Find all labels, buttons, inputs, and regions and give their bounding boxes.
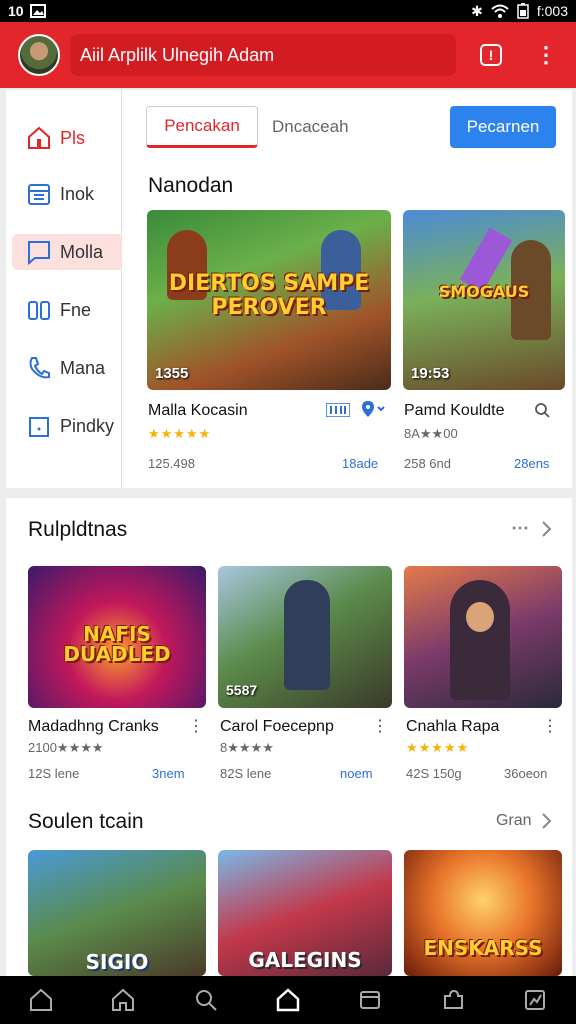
- rating-stars: ★★★★★: [406, 740, 470, 755]
- home-outline-icon[interactable]: [28, 987, 54, 1013]
- card-menu-icon[interactable]: ⋮: [372, 716, 388, 736]
- sidebar-item-label: Mana: [60, 357, 106, 378]
- tab-pencakan[interactable]: Pencakan: [146, 106, 258, 148]
- sidebar-item-3[interactable]: Fne: [12, 292, 122, 328]
- card-link[interactable]: 36oeon: [504, 766, 547, 781]
- book-icon: [28, 301, 50, 320]
- game-logo: DIERTOS SAMPE PEROVER: [168, 271, 370, 320]
- more-vert-icon[interactable]: ⋮: [534, 42, 558, 67]
- wifi-icon: [491, 4, 509, 18]
- sidebar-item-2[interactable]: Molla: [12, 234, 122, 270]
- game-logo: ENSKARSS: [423, 936, 543, 960]
- game-logo: SIGIO: [85, 950, 149, 974]
- rating-text: 2100★★★★: [28, 740, 104, 755]
- status-right: ✱ f:003: [471, 3, 568, 20]
- library-icon[interactable]: [357, 987, 383, 1013]
- barcode-icon: [326, 403, 350, 417]
- featured-thumbnail-1[interactable]: SMOGAUS 19:53: [403, 210, 565, 390]
- app-bar: Aiil Arplilk Ulnegih Adam ! ⋮: [0, 22, 576, 88]
- sidebar-item-label: Pls: [60, 127, 86, 148]
- home-icon[interactable]: [110, 987, 136, 1013]
- sidebar-item-1[interactable]: Inok: [12, 176, 122, 212]
- section-title-row1: Rulpldtnas: [28, 518, 128, 541]
- status-bar: 10 ✱ f:003: [0, 0, 576, 22]
- more-dots-icon[interactable]: [512, 524, 528, 532]
- card-link[interactable]: 28ens: [514, 456, 549, 471]
- game-logo: GALEGINS: [248, 948, 362, 972]
- sidebar-item-label: Fne: [60, 299, 92, 320]
- card-link[interactable]: noem: [340, 766, 373, 781]
- sidebar-item-label: Pindky: [60, 415, 115, 436]
- section-title-featured: Nanodan: [148, 174, 234, 197]
- sidebar-item-0[interactable]: Pls: [12, 120, 122, 156]
- video-duration: 1355: [155, 365, 189, 382]
- card-link[interactable]: 18ade: [342, 456, 378, 471]
- card-meta: 125.498: [148, 456, 195, 471]
- location-dropdown-icon[interactable]: [360, 400, 386, 418]
- status-left-text: 10: [8, 3, 24, 19]
- bottom-nav: [0, 976, 576, 1024]
- game-logo: SMOGAUS: [438, 282, 530, 301]
- row1-thumbnail-0[interactable]: NAFIS DUADLED: [28, 566, 206, 708]
- battery-icon: [517, 3, 529, 19]
- calendar-icon: [28, 184, 50, 205]
- featured-thumbnail-0[interactable]: DIERTOS SAMPE PEROVER 1355: [147, 210, 391, 390]
- gallery-icon: [29, 4, 46, 18]
- chevron-right-icon[interactable]: [540, 520, 552, 538]
- search-icon[interactable]: [193, 987, 219, 1013]
- row1-thumbnail-2[interactable]: [404, 566, 562, 708]
- sidebar: Pls Inok Molla Fne Mana Pindky: [6, 90, 122, 488]
- puzzle-icon[interactable]: [440, 987, 466, 1013]
- row2-thumbnail-2[interactable]: ENSKARSS: [404, 850, 562, 976]
- card-meta: 12S lene: [28, 766, 80, 781]
- card-title[interactable]: Madadhng Cranks: [28, 718, 159, 736]
- card-meta: 258 6nd: [404, 456, 451, 471]
- sidebar-item-label: Inok: [60, 183, 95, 204]
- card-title[interactable]: Malla Kocasin: [148, 402, 248, 420]
- chat-icon: [28, 241, 50, 265]
- card-menu-icon[interactable]: ⋮: [542, 716, 558, 736]
- rows-panel: Rulpldtnas NAFIS DUADLED Madadhng Cranks…: [6, 498, 572, 976]
- avatar[interactable]: [18, 34, 60, 76]
- rating-text: 8★★★★: [220, 740, 274, 755]
- card-title[interactable]: Cnahla Rapa: [406, 718, 499, 736]
- chart-icon[interactable]: [522, 987, 548, 1013]
- sidebar-item-4[interactable]: Mana: [12, 350, 122, 386]
- status-left: 10: [8, 3, 46, 19]
- search-icon[interactable]: [534, 402, 550, 418]
- tab-bar: Pencakan Dncaceah Pecarnen: [146, 106, 558, 148]
- row2-thumbnail-1[interactable]: GALEGINS: [218, 850, 392, 976]
- row2-thumbnail-0[interactable]: SIGIO: [28, 850, 206, 976]
- card-title[interactable]: Pamd Kouldte: [404, 402, 505, 420]
- tab-dncaceah[interactable]: Dncaceah: [272, 117, 349, 137]
- info-icon[interactable]: !: [480, 44, 502, 66]
- row2-more-link[interactable]: Gran: [496, 812, 532, 830]
- card-meta: 42S 150g: [406, 766, 462, 781]
- doc-icon: [29, 417, 49, 437]
- home-icon: [28, 126, 50, 149]
- rating-text: 8A★★00: [404, 426, 458, 441]
- game-logo: NAFIS DUADLED: [63, 622, 171, 666]
- rating-stars: ★★★★★: [148, 426, 212, 441]
- home-active-icon[interactable]: [275, 987, 301, 1013]
- sidebar-item-5[interactable]: Pindky: [12, 408, 122, 444]
- bluetooth-icon: ✱: [471, 2, 483, 19]
- card-link[interactable]: 3nem: [152, 766, 185, 781]
- card-meta: 82S lene: [220, 766, 272, 781]
- card-menu-icon[interactable]: ⋮: [188, 716, 204, 736]
- phone-icon: [29, 357, 50, 379]
- status-time: f:003: [536, 3, 568, 19]
- sidebar-item-label: Molla: [60, 241, 104, 262]
- search-input[interactable]: Aiil Arplilk Ulnegih Adam: [70, 34, 456, 76]
- featured-panel: Pls Inok Molla Fne Mana Pindky Pencakan …: [6, 90, 572, 488]
- section-title-row2: Soulen tcain: [28, 810, 144, 833]
- card-title[interactable]: Carol Foecepnp: [220, 718, 334, 736]
- video-duration: 19:53: [411, 365, 450, 382]
- search-text: Aiil Arplilk Ulnegih Adam: [80, 44, 275, 65]
- chevron-right-icon[interactable]: [540, 812, 552, 830]
- row1-thumbnail-1[interactable]: 5587: [218, 566, 392, 708]
- pecarnen-button[interactable]: Pecarnen: [450, 106, 556, 148]
- video-badge: 5587: [226, 682, 258, 698]
